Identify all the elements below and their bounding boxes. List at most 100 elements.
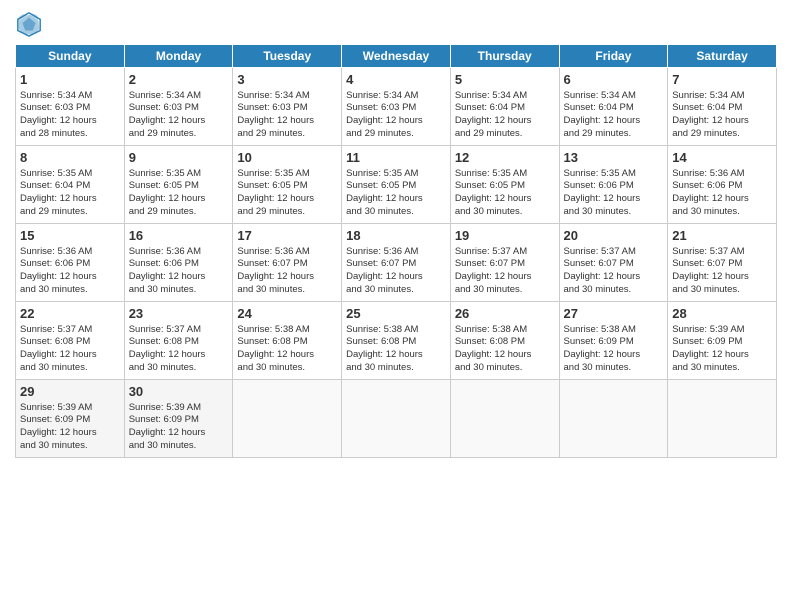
calendar-week-row: 29Sunrise: 5:39 AMSunset: 6:09 PMDayligh… [16, 380, 777, 458]
day-info-line: Daylight: 12 hours [672, 349, 772, 362]
day-info-line: Sunrise: 5:34 AM [129, 90, 229, 103]
day-info-line: and 30 minutes. [564, 362, 664, 375]
day-info-line: and 30 minutes. [672, 362, 772, 375]
day-info-line: Daylight: 12 hours [129, 193, 229, 206]
day-info-line: Daylight: 12 hours [237, 115, 337, 128]
calendar-cell: 12Sunrise: 5:35 AMSunset: 6:05 PMDayligh… [450, 146, 559, 224]
day-info-line: and 29 minutes. [20, 206, 120, 219]
day-info-line: Daylight: 12 hours [455, 115, 555, 128]
calendar-week-row: 15Sunrise: 5:36 AMSunset: 6:06 PMDayligh… [16, 224, 777, 302]
day-info-line: Daylight: 12 hours [20, 271, 120, 284]
day-info-line: Daylight: 12 hours [237, 349, 337, 362]
calendar-cell: 30Sunrise: 5:39 AMSunset: 6:09 PMDayligh… [124, 380, 233, 458]
day-info-line: Sunset: 6:09 PM [672, 336, 772, 349]
logo [15, 10, 47, 38]
day-info-line: Daylight: 12 hours [564, 349, 664, 362]
day-info-line: Sunrise: 5:37 AM [20, 324, 120, 337]
calendar-cell: 1Sunrise: 5:34 AMSunset: 6:03 PMDaylight… [16, 68, 125, 146]
day-info-line: Sunset: 6:05 PM [129, 180, 229, 193]
calendar-cell: 17Sunrise: 5:36 AMSunset: 6:07 PMDayligh… [233, 224, 342, 302]
day-info-line: Sunset: 6:05 PM [455, 180, 555, 193]
day-info-line: and 30 minutes. [20, 440, 120, 453]
day-info-line: Sunrise: 5:37 AM [455, 246, 555, 259]
day-info-line: Daylight: 12 hours [346, 349, 446, 362]
day-info-line: and 30 minutes. [237, 362, 337, 375]
calendar-cell: 5Sunrise: 5:34 AMSunset: 6:04 PMDaylight… [450, 68, 559, 146]
day-info-line: and 29 minutes. [129, 128, 229, 141]
day-info-line: and 30 minutes. [20, 362, 120, 375]
day-number: 25 [346, 305, 446, 323]
calendar-cell: 4Sunrise: 5:34 AMSunset: 6:03 PMDaylight… [342, 68, 451, 146]
day-info-line: and 30 minutes. [455, 362, 555, 375]
day-info-line: Sunrise: 5:34 AM [455, 90, 555, 103]
day-info-line: Daylight: 12 hours [129, 427, 229, 440]
calendar-cell: 27Sunrise: 5:38 AMSunset: 6:09 PMDayligh… [559, 302, 668, 380]
day-info-line: Sunset: 6:09 PM [20, 414, 120, 427]
day-info-line: and 30 minutes. [20, 284, 120, 297]
day-info-line: Sunrise: 5:34 AM [237, 90, 337, 103]
day-info-line: Sunset: 6:04 PM [20, 180, 120, 193]
calendar-week-row: 22Sunrise: 5:37 AMSunset: 6:08 PMDayligh… [16, 302, 777, 380]
day-info-line: Daylight: 12 hours [455, 271, 555, 284]
calendar-cell: 8Sunrise: 5:35 AMSunset: 6:04 PMDaylight… [16, 146, 125, 224]
calendar-cell: 24Sunrise: 5:38 AMSunset: 6:08 PMDayligh… [233, 302, 342, 380]
header-day: Wednesday [342, 45, 451, 68]
day-info-line: and 30 minutes. [564, 284, 664, 297]
day-info-line: Sunset: 6:05 PM [237, 180, 337, 193]
calendar-table: SundayMondayTuesdayWednesdayThursdayFrid… [15, 44, 777, 458]
day-info-line: Sunrise: 5:36 AM [20, 246, 120, 259]
day-info-line: Sunrise: 5:35 AM [455, 168, 555, 181]
day-info-line: Daylight: 12 hours [672, 193, 772, 206]
day-info-line: Sunrise: 5:34 AM [672, 90, 772, 103]
day-info-line: Daylight: 12 hours [564, 115, 664, 128]
day-info-line: Daylight: 12 hours [237, 193, 337, 206]
day-number: 6 [564, 71, 664, 89]
day-number: 15 [20, 227, 120, 245]
day-info-line: Sunrise: 5:39 AM [672, 324, 772, 337]
page: SundayMondayTuesdayWednesdayThursdayFrid… [0, 0, 792, 612]
day-info-line: Sunrise: 5:38 AM [346, 324, 446, 337]
day-number: 7 [672, 71, 772, 89]
day-info-line: Daylight: 12 hours [455, 349, 555, 362]
calendar-cell: 18Sunrise: 5:36 AMSunset: 6:07 PMDayligh… [342, 224, 451, 302]
day-info-line: Sunrise: 5:35 AM [20, 168, 120, 181]
day-info-line: Sunrise: 5:36 AM [346, 246, 446, 259]
logo-icon [15, 10, 43, 38]
day-info-line: Sunrise: 5:37 AM [564, 246, 664, 259]
day-info-line: Sunrise: 5:34 AM [20, 90, 120, 103]
day-info-line: Daylight: 12 hours [20, 115, 120, 128]
day-info-line: Sunrise: 5:35 AM [346, 168, 446, 181]
day-number: 27 [564, 305, 664, 323]
calendar-cell: 9Sunrise: 5:35 AMSunset: 6:05 PMDaylight… [124, 146, 233, 224]
day-info-line: Sunset: 6:09 PM [564, 336, 664, 349]
day-info-line: Sunset: 6:09 PM [129, 414, 229, 427]
day-info-line: Daylight: 12 hours [129, 115, 229, 128]
day-info-line: Sunset: 6:08 PM [237, 336, 337, 349]
day-info-line: Daylight: 12 hours [346, 271, 446, 284]
day-info-line: Sunset: 6:03 PM [237, 102, 337, 115]
day-info-line: Daylight: 12 hours [564, 271, 664, 284]
day-info-line: and 29 minutes. [672, 128, 772, 141]
day-info-line: Sunrise: 5:37 AM [129, 324, 229, 337]
header [15, 10, 777, 38]
day-number: 11 [346, 149, 446, 167]
calendar-cell: 21Sunrise: 5:37 AMSunset: 6:07 PMDayligh… [668, 224, 777, 302]
day-info-line: Daylight: 12 hours [672, 115, 772, 128]
day-info-line: Sunset: 6:03 PM [20, 102, 120, 115]
calendar-week-row: 8Sunrise: 5:35 AMSunset: 6:04 PMDaylight… [16, 146, 777, 224]
day-number: 8 [20, 149, 120, 167]
day-info-line: Daylight: 12 hours [564, 193, 664, 206]
day-info-line: and 30 minutes. [672, 206, 772, 219]
day-info-line: Sunrise: 5:36 AM [129, 246, 229, 259]
day-info-line: Sunrise: 5:36 AM [672, 168, 772, 181]
header-day: Saturday [668, 45, 777, 68]
day-number: 14 [672, 149, 772, 167]
day-info-line: Daylight: 12 hours [346, 193, 446, 206]
day-info-line: Sunset: 6:04 PM [672, 102, 772, 115]
calendar-cell [233, 380, 342, 458]
calendar-cell: 3Sunrise: 5:34 AMSunset: 6:03 PMDaylight… [233, 68, 342, 146]
day-info-line: Sunset: 6:07 PM [564, 258, 664, 271]
day-info-line: Sunset: 6:05 PM [346, 180, 446, 193]
day-info-line: Daylight: 12 hours [20, 193, 120, 206]
day-info-line: and 30 minutes. [129, 284, 229, 297]
